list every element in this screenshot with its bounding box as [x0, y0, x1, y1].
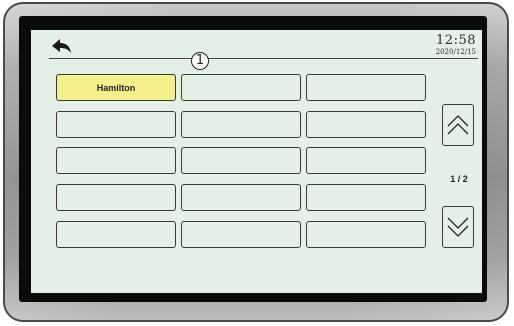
grid-button-r4-c3[interactable] [306, 184, 426, 211]
grid-button-r1-c2[interactable] [181, 74, 301, 101]
clock-time: 12:58 [436, 33, 476, 48]
grid-button-r1-c3[interactable] [306, 74, 426, 101]
grid-button-r4-c1[interactable] [56, 184, 176, 211]
grid-button-r3-c3[interactable] [306, 147, 426, 174]
grid-button-r5-c3[interactable] [306, 221, 426, 248]
grid-button-r4-c2[interactable] [181, 184, 301, 211]
page-up-button[interactable] [442, 104, 474, 146]
grid-button-r3-c2[interactable] [181, 147, 301, 174]
grid-button-r5-c1[interactable] [56, 221, 176, 248]
page-down-button[interactable] [442, 206, 474, 248]
double-chevron-down-icon [447, 217, 469, 237]
header-divider [49, 58, 478, 59]
top-bar: 12:58 2020/12/15 [31, 30, 482, 60]
back-button[interactable] [50, 38, 74, 56]
grid-button-r2-c2[interactable] [181, 111, 301, 138]
clock: 12:58 2020/12/15 [436, 33, 476, 56]
page-indicator: 1 / 2 [450, 174, 468, 184]
grid-button-r1-c1[interactable]: Hamilton [56, 74, 176, 101]
clock-date: 2020/12/15 [435, 48, 476, 56]
double-chevron-up-icon [447, 115, 469, 135]
touch-display: 12:58 2020/12/15 Hamilton 1 1 / 2 [31, 30, 482, 293]
back-arrow-icon [52, 39, 71, 53]
grid-button-r2-c1[interactable] [56, 111, 176, 138]
grid-button-r5-c2[interactable] [181, 221, 301, 248]
grid-button-r3-c1[interactable] [56, 147, 176, 174]
grid-button-r2-c3[interactable] [306, 111, 426, 138]
callout-marker: 1 [191, 52, 209, 70]
